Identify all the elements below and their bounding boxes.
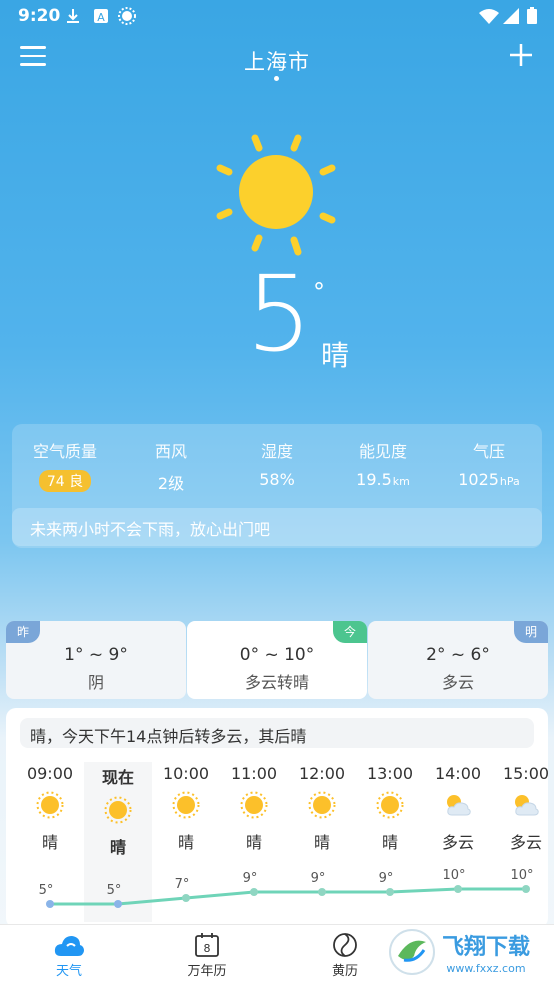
- watermark-url: www.fxxz.com: [446, 962, 525, 975]
- sun-icon: [240, 791, 268, 819]
- day-condition: 多云: [441, 673, 474, 692]
- city-title[interactable]: 上海市: [0, 46, 554, 76]
- metric-visibility: 能见度 19.5km: [330, 438, 436, 494]
- signal-icon: [503, 8, 519, 24]
- day-card-today[interactable]: 今 0° ~ 10° 多云转晴: [187, 621, 367, 699]
- weather-cloud-icon: [54, 936, 84, 956]
- metric-value: 2级: [157, 474, 185, 493]
- temperature-label: 10°: [510, 868, 533, 883]
- metric-label: 能见度: [358, 442, 407, 461]
- metric-value: 1025: [458, 470, 499, 489]
- temperature-point: [182, 894, 190, 902]
- sun-icon: [104, 796, 132, 824]
- metric-air-quality[interactable]: 空气质量 74 良: [12, 438, 118, 494]
- rain-tip-text: 未来两小时不会下雨，放心出门吧: [30, 520, 271, 539]
- nav-weather[interactable]: 天气: [9, 925, 129, 985]
- aqi-badge: 74 良: [38, 470, 92, 492]
- temperature-point: [250, 888, 258, 896]
- day-temp-range: 1° ~ 9°: [64, 645, 128, 665]
- hour-time: 13:00: [366, 764, 414, 783]
- metric-label: 西风: [154, 442, 187, 461]
- hour-time: 15:00: [502, 764, 548, 783]
- temperature-point: [454, 885, 462, 893]
- download-icon: [67, 9, 79, 23]
- temperature-label: 7°: [175, 877, 190, 892]
- day-tag: 昨: [6, 621, 40, 643]
- add-city-icon[interactable]: [508, 42, 534, 68]
- status-bar: 9:20 A: [0, 0, 554, 32]
- temperature-label: 9°: [243, 871, 258, 886]
- calendar-icon: 8: [195, 933, 219, 957]
- daily-cards: 昨 1° ~ 9° 阴 今 0° ~ 10° 多云转晴 明 2° ~ 6° 多云: [6, 621, 548, 701]
- temperature-label: 9°: [379, 871, 394, 886]
- almanac-icon: [333, 933, 357, 957]
- metric-value: 19.5: [356, 470, 392, 489]
- metric-wind: 西风 2级: [118, 438, 224, 494]
- watermark-text: 飞翔下载: [442, 934, 530, 960]
- temperature-line: [50, 887, 526, 906]
- metric-unit: km: [392, 475, 410, 488]
- sun-icon: [308, 791, 336, 819]
- nav-calendar[interactable]: 8 万年历: [147, 925, 267, 985]
- temperature-label: 5°: [39, 883, 54, 898]
- hour-time: 09:00: [26, 764, 74, 783]
- temperature-label: 9°: [311, 871, 326, 886]
- metric-label: 空气质量: [32, 442, 97, 461]
- cloudy-icon: [515, 795, 539, 816]
- sun-icon: [376, 791, 404, 819]
- metric-unit: hPa: [499, 475, 520, 488]
- degree-symbol: °: [313, 278, 325, 306]
- nav-label: 天气: [55, 964, 82, 979]
- wifi-icon: [479, 9, 499, 24]
- current-temperature: 5: [246, 253, 313, 375]
- hour-time: 12:00: [298, 764, 346, 783]
- battery-icon: [527, 7, 537, 24]
- sunny-large-icon: [216, 134, 336, 256]
- nav-label: 万年历: [187, 964, 227, 979]
- nav-almanac[interactable]: 黄历: [285, 925, 405, 985]
- metric-value: 58%: [259, 470, 295, 489]
- temperature-point: [522, 885, 530, 893]
- temperature-point: [386, 888, 394, 896]
- top-bar: 上海市: [0, 38, 554, 82]
- forecast-summary-text: 晴，今天下午14点钟后转多云，其后晴: [30, 727, 307, 746]
- sun-icon: [36, 791, 64, 819]
- font-a-icon: A: [94, 9, 108, 24]
- temperature-label: 10°: [442, 868, 465, 883]
- brightness-icon: [118, 7, 136, 25]
- cloudy-icon: [447, 795, 471, 816]
- day-tag: 今: [333, 621, 367, 643]
- hour-time: 11:00: [230, 764, 278, 783]
- metric-label: 气压: [472, 442, 505, 461]
- day-card-yesterday[interactable]: 昨 1° ~ 9° 阴: [6, 621, 186, 699]
- nav-label: 黄历: [331, 964, 358, 979]
- svg-text:8: 8: [204, 942, 211, 955]
- weather-details-panel: 空气质量 74 良 西风 2级 湿度 58% 能见度 19.5km 气压 102…: [12, 424, 542, 548]
- day-temp-range: 0° ~ 10°: [239, 645, 315, 665]
- current-condition: 晴: [321, 339, 350, 372]
- metric-pressure: 气压 1025hPa: [436, 438, 542, 494]
- temperature-point: [114, 900, 122, 908]
- day-condition: 多云转晴: [244, 673, 309, 692]
- hour-time: 现在: [101, 768, 134, 787]
- status-time: 9:20: [18, 6, 61, 26]
- temperature-point: [318, 888, 326, 896]
- svg-text:A: A: [97, 11, 105, 24]
- day-temp-range: 2° ~ 6°: [426, 645, 490, 665]
- day-condition: 阴: [87, 673, 104, 692]
- sun-icon: [172, 791, 200, 819]
- hour-time: 14:00: [434, 764, 482, 783]
- hourly-temperature-chart: 5° 5° 7° 9° 9° 9° 10° 10°: [39, 868, 534, 908]
- rain-forecast-tip[interactable]: 未来两小时不会下雨，放心出门吧: [12, 508, 542, 546]
- forecast-summary: 晴，今天下午14点钟后转多云，其后晴: [20, 718, 534, 748]
- page-indicator-dot: [274, 76, 279, 81]
- day-tag: 明: [514, 621, 548, 643]
- temperature-label: 5°: [107, 883, 122, 898]
- site-watermark-logo: 飞翔下载 www.fxxz.com: [389, 929, 530, 975]
- metric-humidity: 湿度 58%: [224, 438, 330, 494]
- metric-label: 湿度: [260, 442, 293, 461]
- hour-time: 10:00: [162, 764, 210, 783]
- day-card-tomorrow[interactable]: 明 2° ~ 6° 多云: [368, 621, 548, 699]
- temperature-point: [46, 900, 54, 908]
